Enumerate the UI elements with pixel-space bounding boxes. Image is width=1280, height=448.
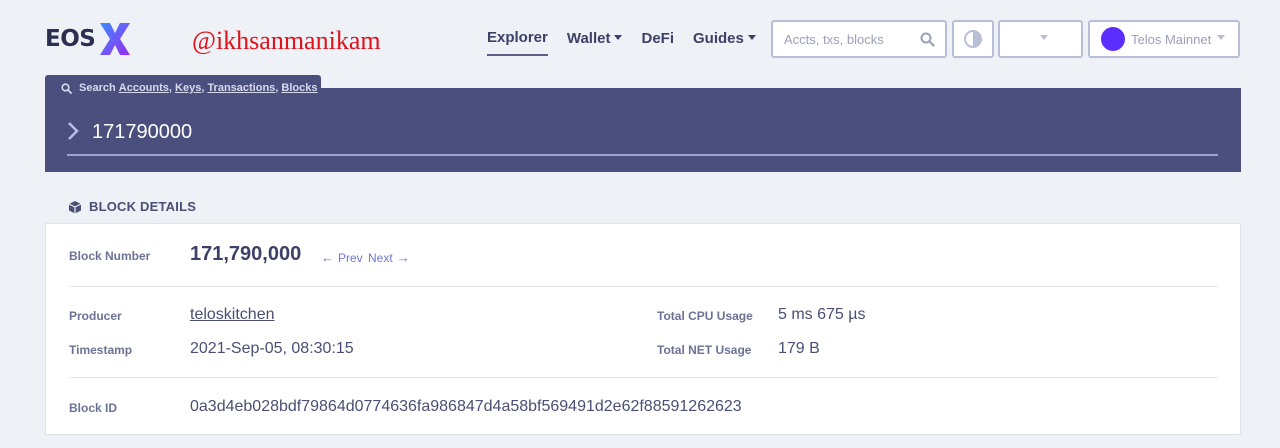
caret-down-icon [747, 35, 756, 41]
search-query-input[interactable]: 171790000 [92, 121, 192, 144]
watermark-text: @ikhsanmanikam [192, 26, 381, 55]
producer-link[interactable]: teloskitchen [190, 306, 275, 323]
block-id-label: Block ID [69, 401, 118, 415]
logo-x-icon [100, 23, 131, 55]
block-number-label: Block Number [69, 249, 151, 263]
search-tab: Search Accounts, Keys, Transactions, Blo… [45, 75, 321, 101]
block-number: 171,790,000 [190, 243, 302, 265]
cube-icon [68, 200, 82, 213]
search-transactions-link[interactable]: Transactions [207, 82, 275, 94]
search-icon[interactable] [920, 32, 935, 47]
header-search-input[interactable] [773, 22, 913, 56]
block-id-value: 0a3d4eb028bdf79864d0774636fa986847d4a58b… [190, 398, 742, 415]
divider [69, 377, 1218, 378]
timestamp-value: 2021-Sep-05, 08:30:15 [190, 340, 354, 357]
caret-down-icon [614, 35, 623, 41]
search-underline [67, 154, 1218, 156]
main-nav: Explorer Wallet DeFi Guides [487, 20, 775, 58]
contrast-icon [964, 30, 982, 48]
producer-label: Producer [69, 309, 122, 323]
caret-down-icon [1217, 35, 1226, 40]
logo-text: EOS [45, 26, 96, 52]
cpu-usage-value: 5 ms 675 µs [778, 306, 866, 323]
chevron-right-icon [68, 122, 79, 140]
nav-defi[interactable]: DeFi [641, 20, 674, 58]
divider [69, 286, 1218, 287]
language-dropdown[interactable] [998, 20, 1083, 58]
eosx-logo[interactable]: EOS [45, 17, 133, 61]
search-keys-link[interactable]: Keys [175, 82, 201, 94]
network-dropdown[interactable]: Telos Mainnet [1088, 20, 1240, 58]
arrow-left-icon: ← [321, 250, 334, 265]
caret-down-icon [1039, 35, 1048, 40]
theme-toggle-button[interactable] [952, 20, 994, 58]
network-logo-icon [1101, 27, 1125, 51]
arrow-right-icon: → [396, 250, 410, 265]
network-label: Telos Mainnet [1131, 31, 1212, 47]
net-usage-label: Total NET Usage [657, 343, 752, 357]
block-details-card: Block Number 171,790,000 ← Prev Next → Pro… [45, 223, 1241, 435]
nav-explorer[interactable]: Explorer [487, 20, 548, 56]
header-search [771, 20, 947, 58]
search-blocks-link[interactable]: Blocks [281, 82, 317, 94]
timestamp-label: Timestamp [69, 343, 133, 357]
nav-wallet[interactable]: Wallet [567, 20, 623, 58]
search-accounts-link[interactable]: Accounts [119, 82, 169, 94]
section-title: BLOCK DETAILS [68, 199, 196, 214]
nav-guides[interactable]: Guides [693, 20, 756, 58]
search-tab-prefix: Search [79, 82, 116, 94]
search-icon [61, 82, 72, 94]
next-block-button[interactable]: Next → [368, 250, 410, 265]
cpu-usage-label: Total CPU Usage [657, 309, 753, 323]
net-usage-value: 179 B [778, 340, 820, 357]
prev-block-button[interactable]: ← Prev [321, 250, 363, 265]
producer-value: teloskitchen [190, 306, 275, 324]
